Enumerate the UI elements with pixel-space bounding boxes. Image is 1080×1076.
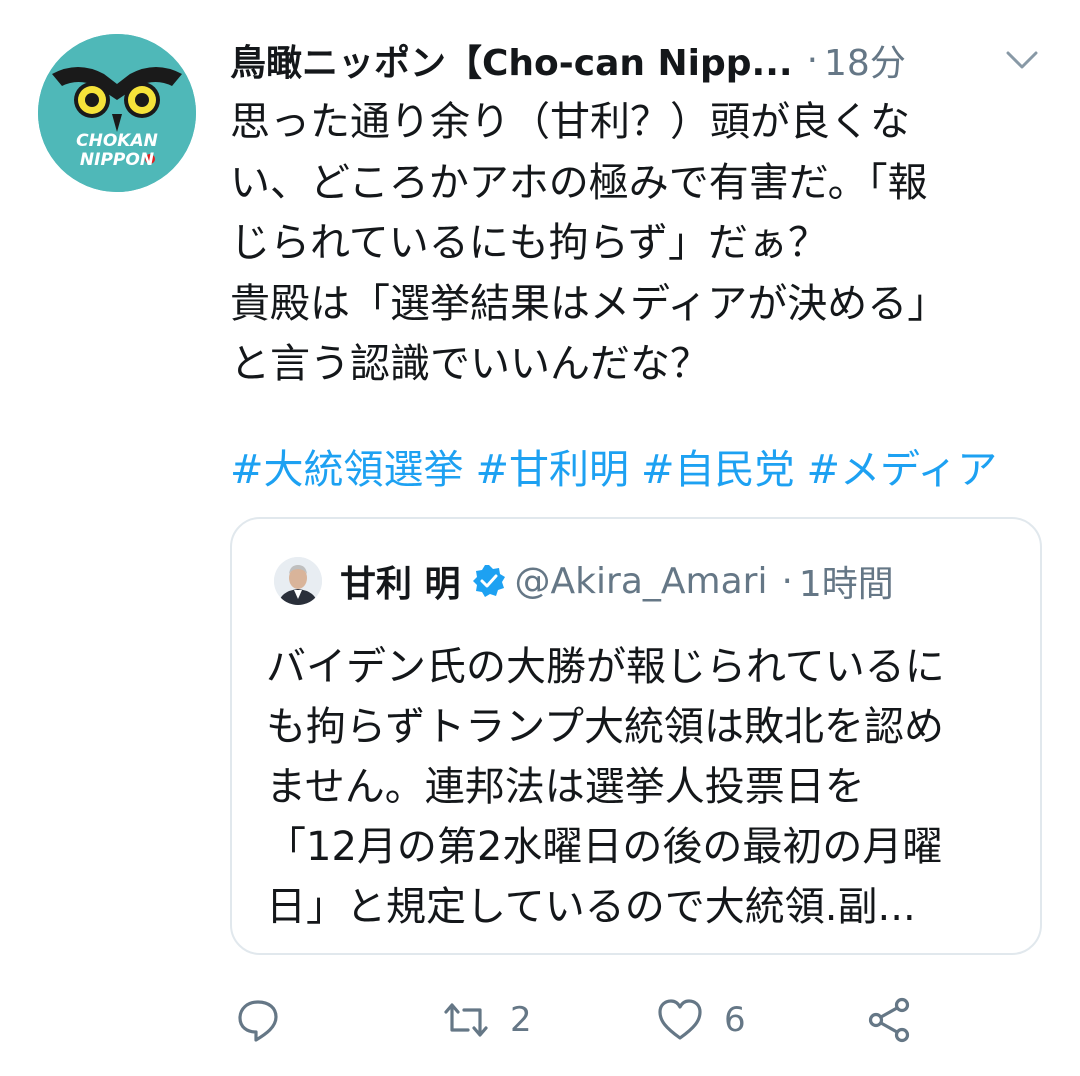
avatar-text-line2: NIPPON [80,150,154,170]
quoted-author-handle: @Akira_Amari [514,560,768,602]
chevron-down-icon[interactable] [1000,38,1044,82]
header-separator: · [806,39,819,81]
tweet-header: 鳥瞰ニッポン【Cho-can Nipp... · 18分 [230,30,1050,90]
tweet-text: 思った通り余り（甘利？）頭が良くな い、どころかアホの極みで有害だ。「報 じられ… [230,99,948,387]
quoted-tweet-text: バイデン氏の大勝が報じられているに も拘らずトランプ大統領は敗北を認め ません。… [266,644,945,930]
retweet-count: 2 [510,1000,532,1040]
reply-button[interactable] [234,990,282,1050]
quoted-author-avatar [274,557,322,605]
heart-icon [658,999,702,1040]
hashtag-list: #大統領選挙 #甘利明 #自民党 #メディア [230,440,1050,500]
like-count: 6 [724,1000,746,1040]
retweet-button[interactable]: 2 [442,990,532,1050]
reply-icon [238,1000,278,1042]
avatar-text-line1: CHOKAN [76,131,158,151]
author-avatar[interactable]: CHOKAN NIPPON [38,34,196,192]
hashtag-link[interactable]: #メディア [807,447,998,493]
hashtag-link[interactable]: #大統領選挙 [230,447,464,493]
tweet-action-bar: 2 6 [230,990,1050,1050]
person-portrait-icon [274,557,322,605]
quoted-header-separator: · [781,560,793,602]
share-button[interactable] [866,990,914,1050]
retweet-icon [444,1003,488,1037]
hashtag-link[interactable]: #甘利明 [476,447,630,493]
verified-badge-icon [472,565,505,597]
author-name[interactable]: 鳥瞰ニッポン【Cho-can Nipp... [230,34,793,86]
quoted-author-name: 甘利 明 [340,564,461,605]
hashtag-link[interactable]: #自民党 [641,447,795,493]
quoted-tweet-header: 甘利 明 @Akira_Amari · 1時間 [340,551,894,611]
quoted-tweet-card[interactable]: 甘利 明 @Akira_Amari · 1時間 バイデン氏の大勝が報じられている… [230,517,1042,955]
owl-logo-icon: CHOKAN NIPPON [38,34,196,192]
like-button[interactable]: 6 [656,990,746,1050]
share-icon [868,997,910,1043]
tweet-time[interactable]: 18分 [824,34,906,86]
quoted-tweet-time: 1時間 [798,564,894,605]
